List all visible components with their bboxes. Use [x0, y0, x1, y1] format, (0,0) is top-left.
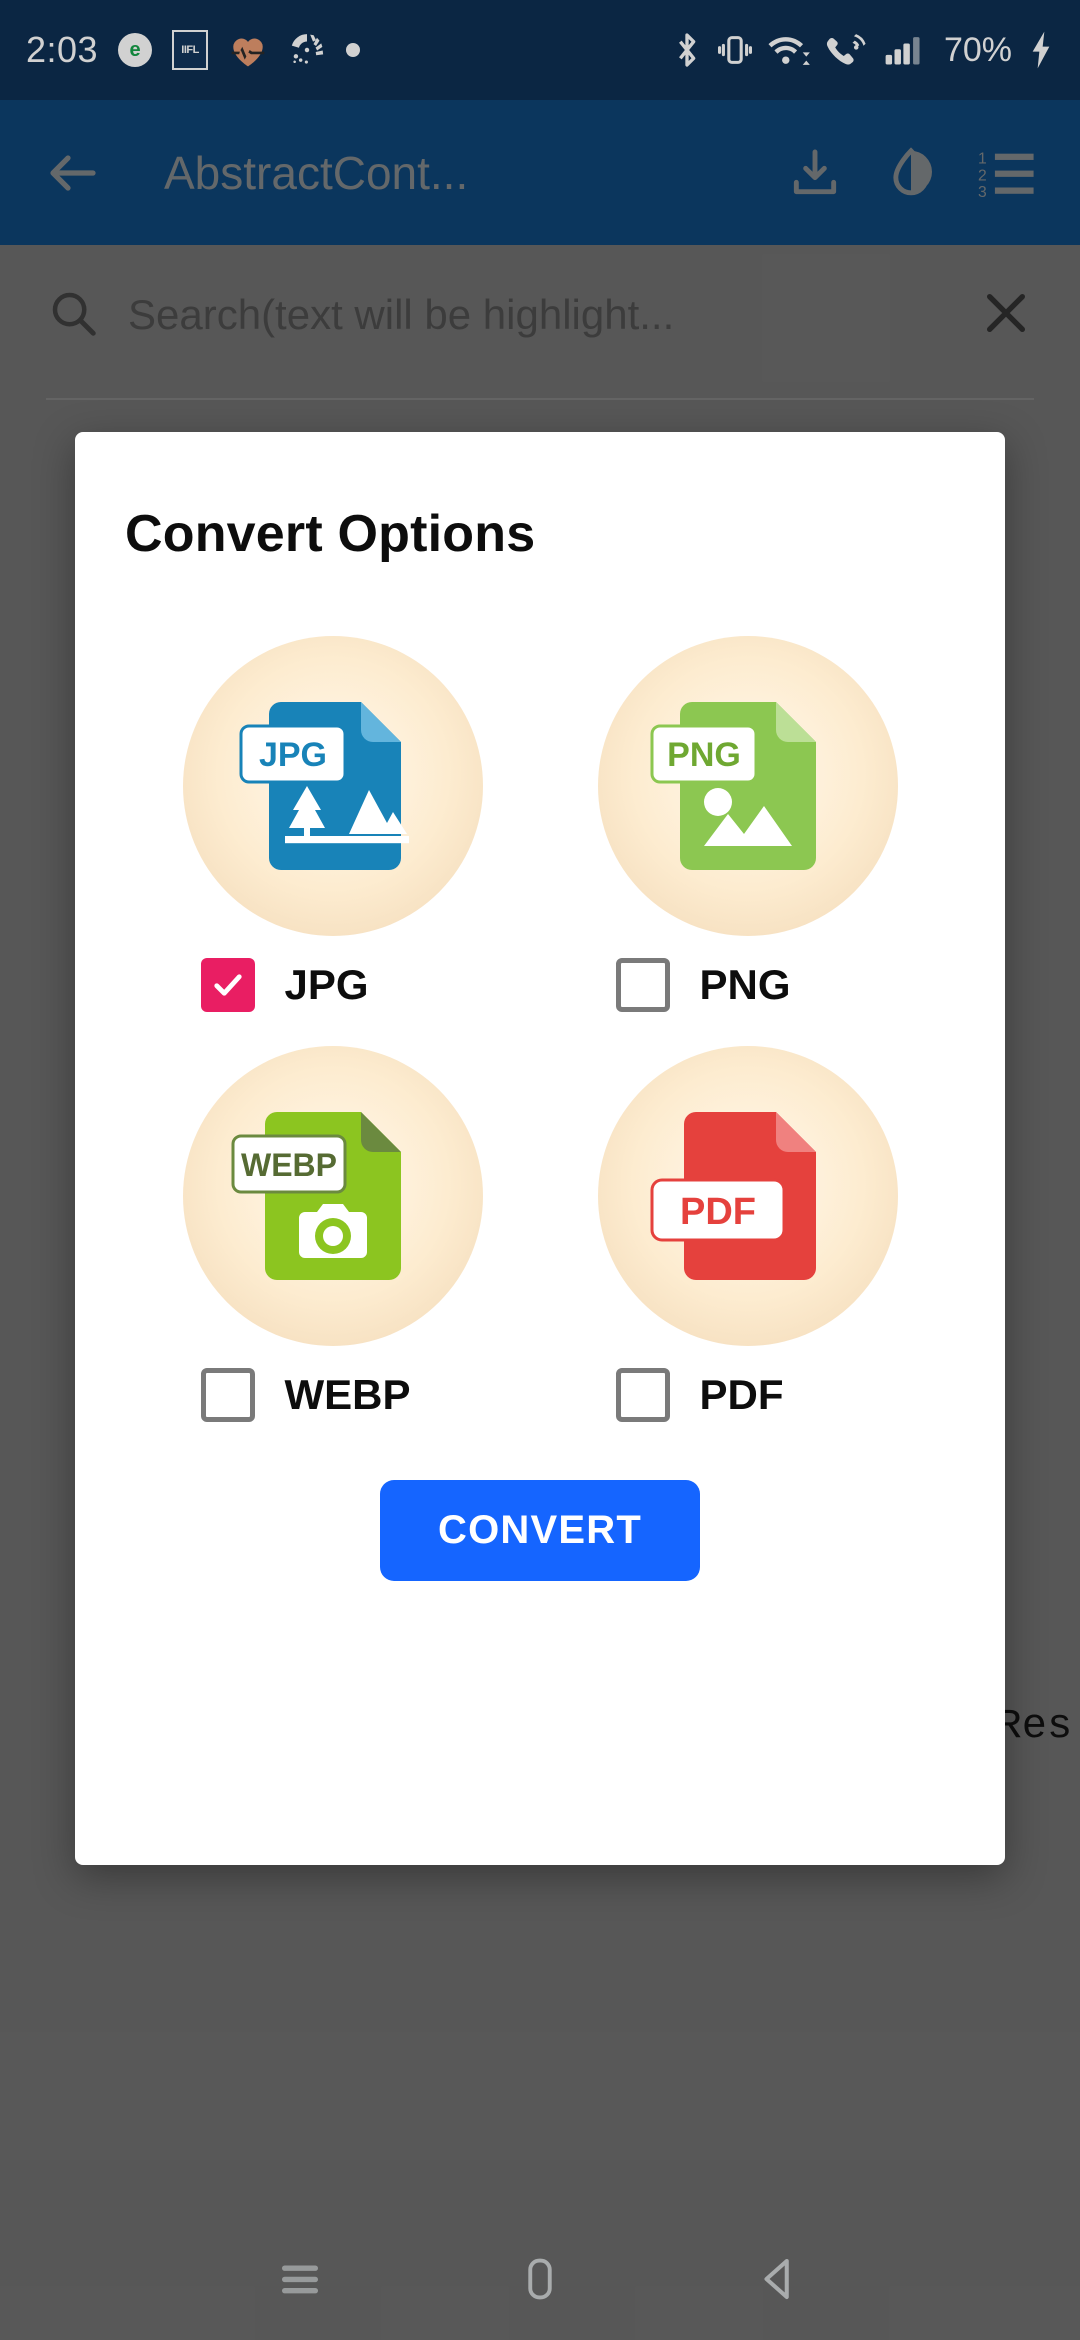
pdf-checkbox[interactable] — [615, 1368, 670, 1422]
convert-button[interactable]: CONVERT — [380, 1480, 700, 1581]
pdf-label: PDF — [699, 1371, 784, 1418]
pdf-file-icon[interactable]: PDF — [597, 1046, 898, 1346]
png-check-row[interactable]: PNG — [598, 958, 898, 1012]
format-option-jpg[interactable]: JPG JPG — [125, 636, 540, 1012]
pdf-check-row[interactable]: PDF — [598, 1368, 898, 1422]
format-option-png[interactable]: PNG PNG — [540, 636, 955, 1012]
format-options-grid: JPG JPG PNG PNG WEBP WEBP PDF PDF — [125, 636, 955, 1422]
dialog-title: Convert Options — [125, 505, 536, 563]
png-checkbox[interactable] — [615, 958, 670, 1012]
svg-text:PNG: PNG — [667, 736, 741, 774]
webp-label: WEBP — [284, 1371, 411, 1418]
png-file-icon[interactable]: PNG — [597, 636, 898, 936]
webp-checkbox[interactable] — [200, 1368, 255, 1422]
svg-text:JPG: JPG — [258, 736, 326, 774]
svg-text:WEBP: WEBP — [241, 1147, 337, 1183]
format-option-pdf[interactable]: PDF PDF — [540, 1046, 955, 1422]
convert-options-dialog: Convert Options JPG JPG PNG PNG WEBP WEB… — [75, 432, 1005, 1865]
jpg-file-icon[interactable]: JPG — [182, 636, 483, 936]
webp-file-icon[interactable]: WEBP — [182, 1046, 483, 1346]
format-option-webp[interactable]: WEBP WEBP — [125, 1046, 540, 1422]
jpg-checkbox[interactable] — [200, 958, 255, 1012]
jpg-label: JPG — [284, 961, 369, 1008]
webp-check-row[interactable]: WEBP — [183, 1368, 483, 1422]
svg-text:PDF: PDF — [680, 1191, 756, 1233]
png-label: PNG — [699, 961, 791, 1008]
jpg-check-row[interactable]: JPG — [183, 958, 483, 1012]
convert-button-wrap: CONVERT — [125, 1480, 955, 1581]
